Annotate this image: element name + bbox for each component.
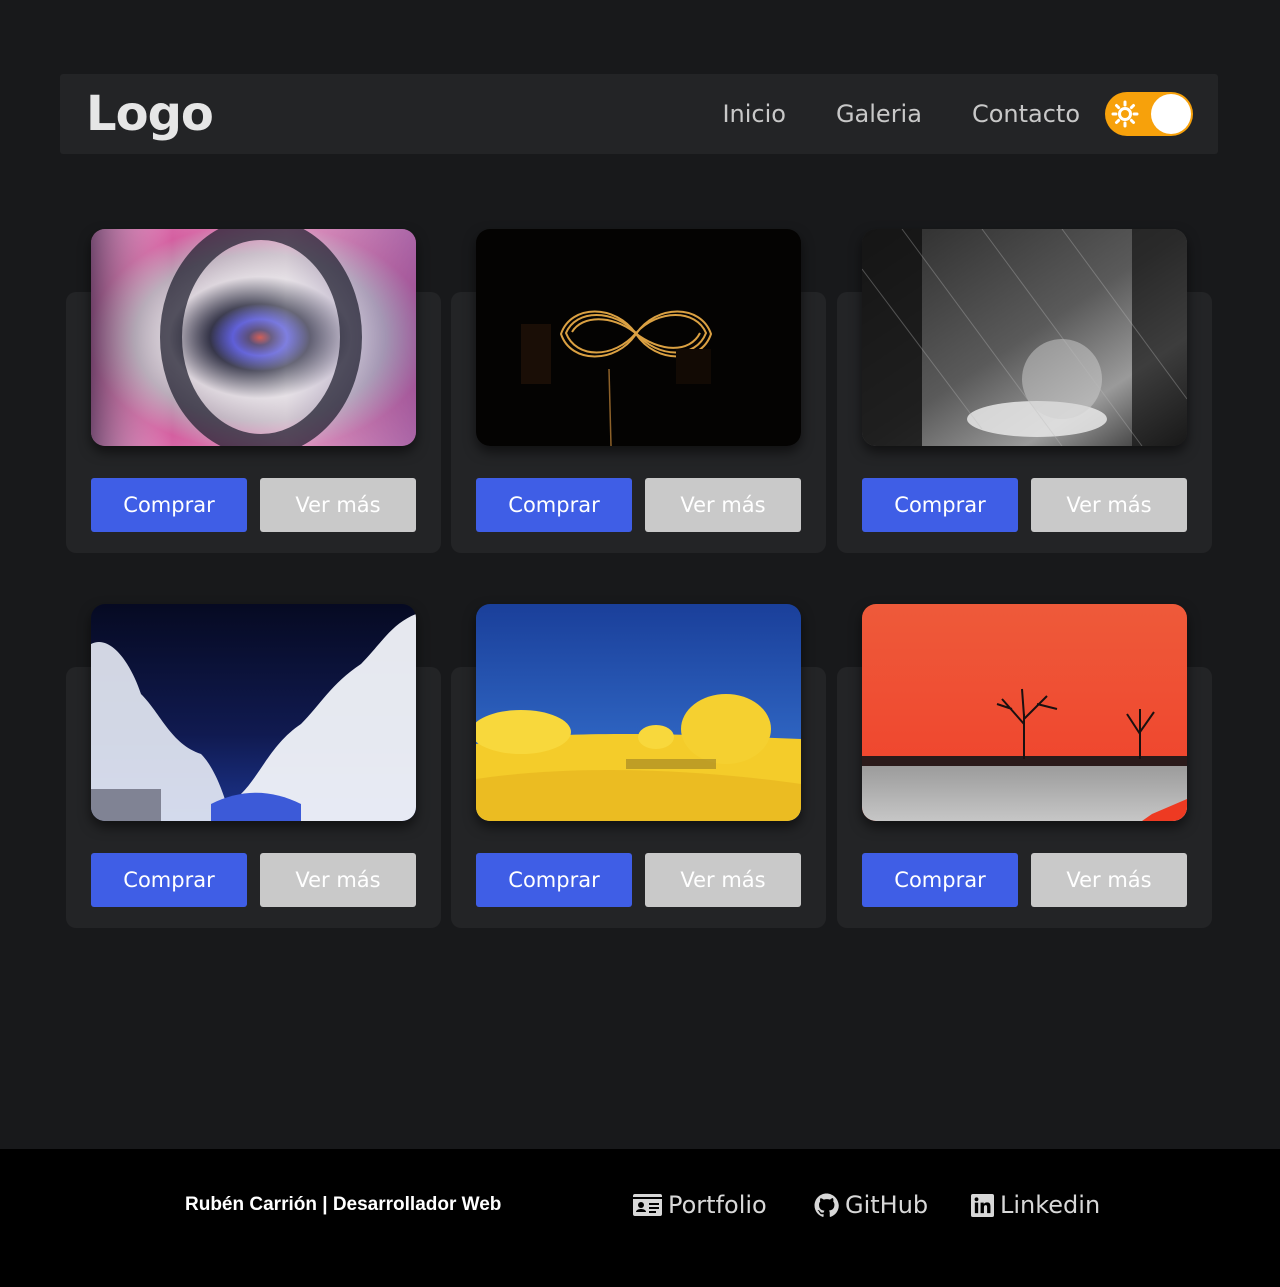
photo-red-sky[interactable] bbox=[862, 604, 1187, 821]
header: Logo Inicio Galeria Contacto bbox=[60, 74, 1218, 154]
photo-yellow-field[interactable] bbox=[476, 604, 801, 821]
see-more-button[interactable]: Ver más bbox=[645, 853, 801, 907]
portfolio-link[interactable]: Portfolio bbox=[633, 1191, 767, 1219]
theme-toggle[interactable] bbox=[1105, 92, 1193, 136]
github-label: GitHub bbox=[845, 1191, 929, 1219]
github-link[interactable]: GitHub bbox=[814, 1191, 928, 1219]
logo[interactable]: Logo bbox=[86, 88, 214, 140]
photo-blurred-lens[interactable] bbox=[91, 229, 416, 446]
id-card-icon bbox=[633, 1194, 662, 1216]
author-credit: Rubén Carrión | Desarrollador Web bbox=[185, 1194, 502, 1215]
see-more-button[interactable]: Ver más bbox=[260, 478, 416, 532]
nav-inicio[interactable]: Inicio bbox=[722, 100, 786, 128]
nav-galeria[interactable]: Galeria bbox=[836, 100, 922, 128]
photo-bw-forest[interactable] bbox=[862, 229, 1187, 446]
see-more-button[interactable]: Ver más bbox=[260, 853, 416, 907]
see-more-button[interactable]: Ver más bbox=[1031, 853, 1187, 907]
toggle-knob bbox=[1151, 94, 1191, 134]
linkedin-label: Linkedin bbox=[1000, 1191, 1101, 1219]
buy-button[interactable]: Comprar bbox=[91, 478, 247, 532]
github-icon bbox=[814, 1193, 839, 1217]
footer: Rubén Carrión | Desarrollador Web Portfo… bbox=[0, 1149, 1280, 1287]
see-more-button[interactable]: Ver más bbox=[1031, 478, 1187, 532]
buy-button[interactable]: Comprar bbox=[476, 478, 632, 532]
linkedin-icon bbox=[971, 1193, 994, 1217]
buy-button[interactable]: Comprar bbox=[91, 853, 247, 907]
linkedin-link[interactable]: Linkedin bbox=[971, 1191, 1100, 1219]
see-more-button[interactable]: Ver más bbox=[645, 478, 801, 532]
photo-infrared-snow[interactable] bbox=[91, 604, 416, 821]
photo-light-infinity[interactable] bbox=[476, 229, 801, 446]
portfolio-label: Portfolio bbox=[668, 1191, 767, 1219]
sun-icon bbox=[1111, 100, 1139, 128]
nav-contacto[interactable]: Contacto bbox=[972, 100, 1080, 128]
buy-button[interactable]: Comprar bbox=[476, 853, 632, 907]
buy-button[interactable]: Comprar bbox=[862, 853, 1018, 907]
buy-button[interactable]: Comprar bbox=[862, 478, 1018, 532]
main-nav: Inicio Galeria Contacto bbox=[672, 74, 1080, 154]
